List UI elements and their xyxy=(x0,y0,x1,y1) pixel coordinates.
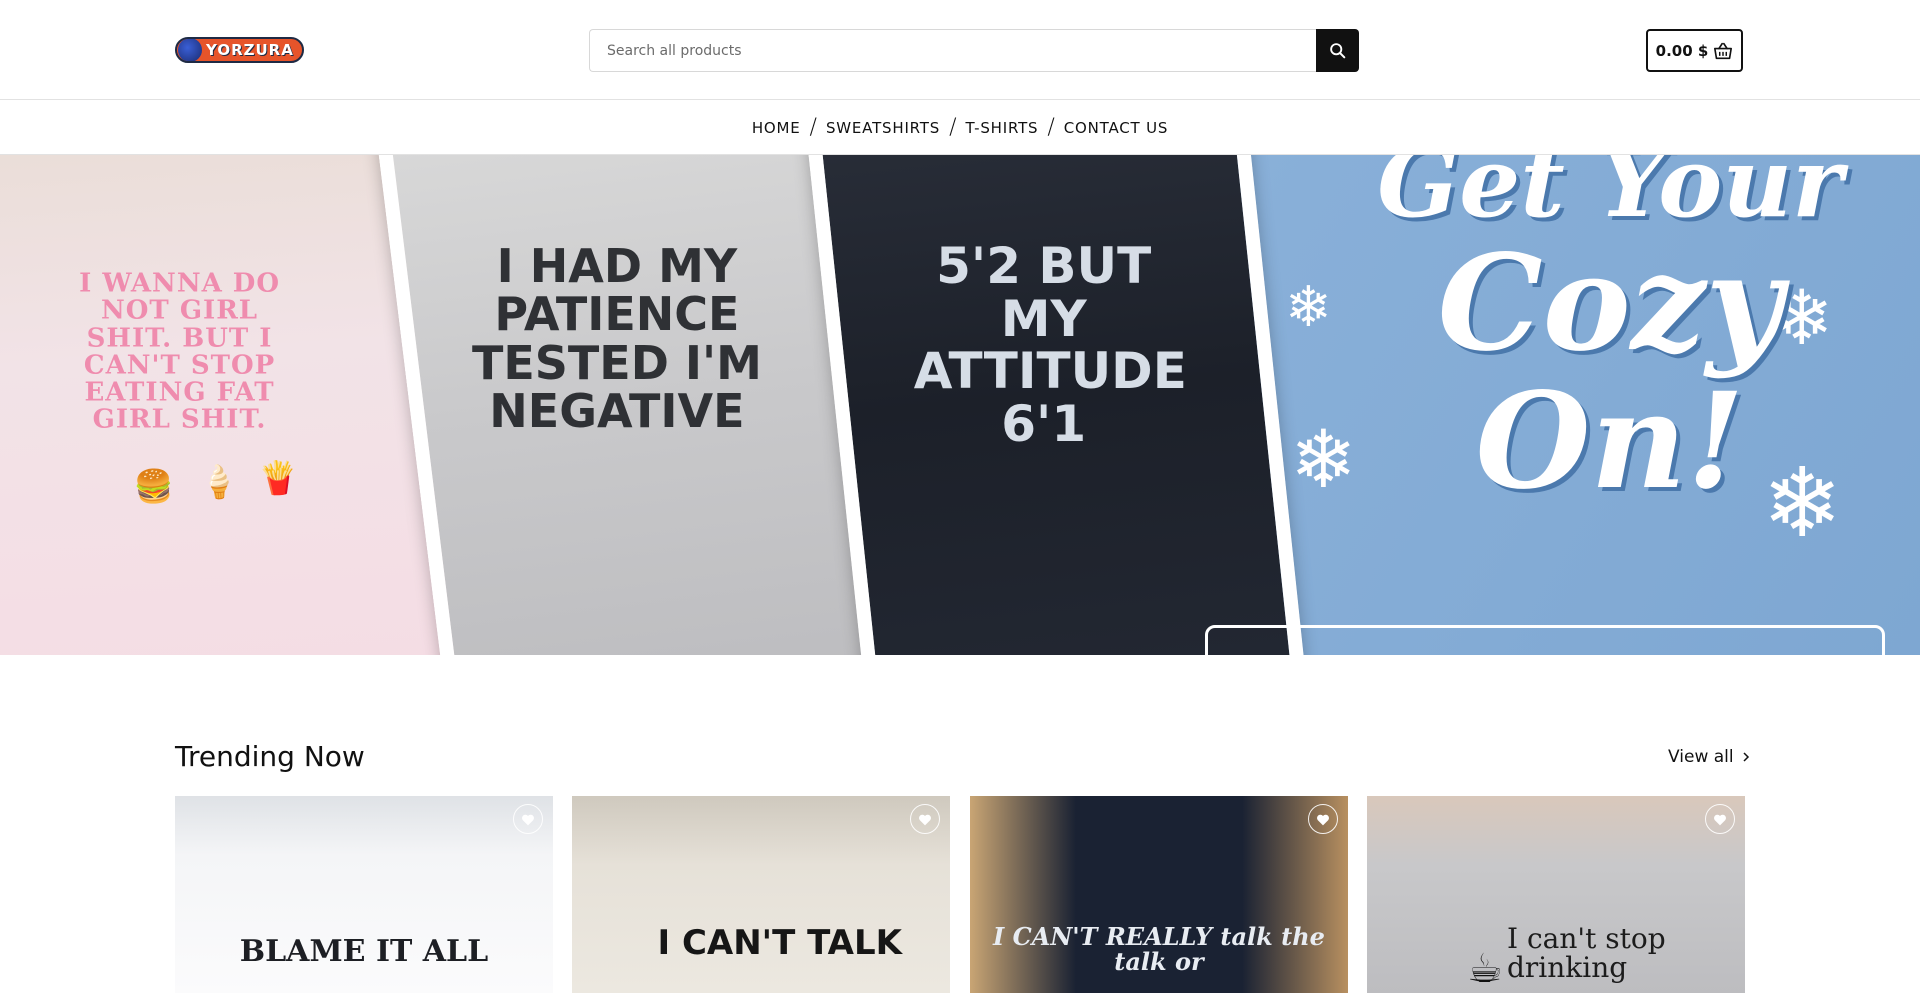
fries-icon: 🍟 xyxy=(257,457,300,499)
hero-headline: Get Your Cozy On! xyxy=(1330,155,1890,520)
cart-button[interactable]: 0.00 $ xyxy=(1646,29,1743,72)
nav-item-contact-us[interactable]: CONTACT US xyxy=(1064,119,1168,137)
hero-photo-black-tshirt: 5'2 BUT MY ATTITUDE 6'1 xyxy=(801,155,1309,655)
cart-total: 0.00 $ xyxy=(1655,41,1709,60)
coffee-mug-icon: ☕ xyxy=(1467,946,1503,992)
product-print: BLAME IT ALL xyxy=(239,934,489,969)
snowflake-icon: ❄ xyxy=(1285,275,1332,340)
view-all-label: View all xyxy=(1668,747,1734,767)
hero-promo-strip xyxy=(1205,625,1885,655)
nav-separator: / xyxy=(809,115,817,140)
product-print: I CAN'T TALK xyxy=(657,923,902,963)
product-image xyxy=(572,796,950,993)
wishlist-button[interactable] xyxy=(513,804,543,834)
product-card[interactable]: I CAN'T REALLY talk the talk or xyxy=(970,796,1348,993)
site-logo[interactable]: YORZURA xyxy=(175,37,304,63)
product-card[interactable]: BLAME IT ALL xyxy=(175,796,553,993)
wishlist-button[interactable] xyxy=(1705,804,1735,834)
wishlist-button[interactable] xyxy=(1308,804,1338,834)
shirt-print-1: I WANNA DO NOT GIRL SHIT. BUT I CAN'T ST… xyxy=(79,268,281,435)
basket-icon xyxy=(1714,42,1733,59)
view-all-link[interactable]: View all xyxy=(1668,747,1750,767)
chevron-right-icon xyxy=(1743,752,1749,762)
main-nav: HOME / SWEATSHIRTS / T-SHIRTS / CONTACT … xyxy=(0,101,1920,155)
search-input[interactable] xyxy=(589,29,1316,72)
nav-item-sweatshirts[interactable]: SWEATSHIRTS xyxy=(826,119,940,137)
search-bar xyxy=(589,29,1359,72)
shirt-print-2: I HAD MY PATIENCE TESTED I'M NEGATIVE xyxy=(471,239,762,438)
nav-item-home[interactable]: HOME xyxy=(752,119,801,137)
hero-headline-line2: Cozy xyxy=(1437,226,1783,381)
product-print: I can't stop drinking xyxy=(1507,922,1666,985)
hero-headline-line1: Get Your xyxy=(1377,155,1843,239)
heart-icon xyxy=(522,814,534,825)
nav-separator: / xyxy=(1047,115,1055,140)
section-title-trending: Trending Now xyxy=(175,740,365,773)
heart-icon xyxy=(1317,814,1329,825)
search-icon xyxy=(1330,43,1346,59)
hero-banner[interactable]: I WANNA DO NOT GIRL SHIT. BUT I CAN'T ST… xyxy=(0,155,1920,655)
product-card[interactable]: I CAN'T TALK xyxy=(572,796,950,993)
nav-separator: / xyxy=(949,115,957,140)
product-carousel: BLAME IT ALL I CAN'T TALK I CAN'T REALLY… xyxy=(175,796,1745,993)
ice-cream-icon: 🍦 xyxy=(197,461,240,503)
hero-headline-line3: On! xyxy=(1475,364,1745,520)
site-header: YORZURA 0.00 $ xyxy=(0,0,1920,100)
product-print: I CAN'T REALLY talk the talk or xyxy=(993,922,1325,977)
shirt-print-3: 5'2 BUT MY ATTITUDE 6'1 xyxy=(913,236,1187,453)
logo-text: YORZURA xyxy=(206,41,294,59)
product-card[interactable]: ☕ I can't stop drinking xyxy=(1367,796,1745,993)
nav-item-t-shirts[interactable]: T-SHIRTS xyxy=(966,119,1039,137)
wishlist-button[interactable] xyxy=(910,804,940,834)
heart-icon xyxy=(919,814,931,825)
burger-icon: 🍔 xyxy=(132,466,175,507)
heart-icon xyxy=(1714,814,1726,825)
logo-ball-icon xyxy=(178,39,202,61)
search-button[interactable] xyxy=(1316,29,1359,72)
